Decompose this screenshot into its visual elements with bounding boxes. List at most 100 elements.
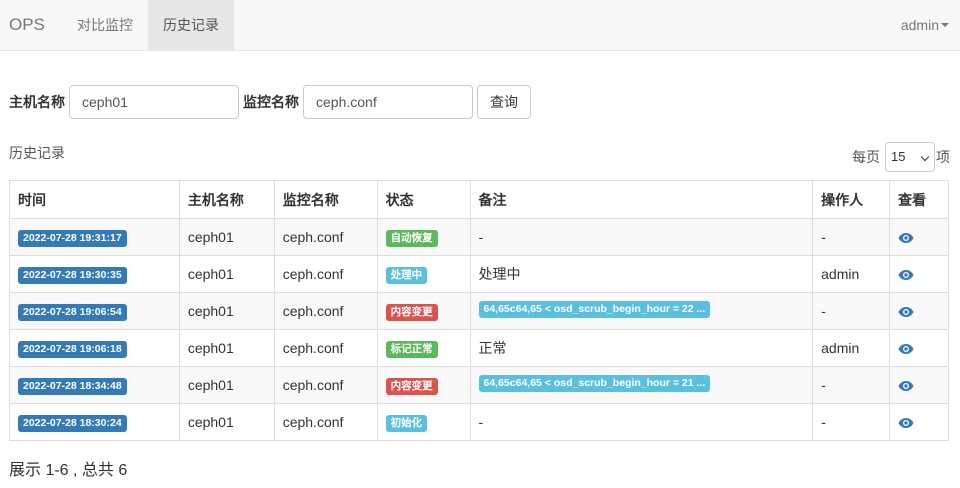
cell-host: ceph01 xyxy=(178,218,275,256)
cell-host: ceph01 xyxy=(178,366,275,404)
table-row: 2022-07-28 18:34:48 ceph01 ceph.conf 内容变更 64… xyxy=(9,366,949,404)
note-text: - xyxy=(478,414,484,430)
cell-host: ceph01 xyxy=(178,292,275,330)
host-name-label: 主机名称 xyxy=(9,94,65,110)
eye-icon[interactable] xyxy=(898,340,914,356)
caret-down-icon xyxy=(941,23,949,28)
per-page-suffix: 项 xyxy=(936,149,950,165)
table-row: 2022-07-28 19:31:17 ceph01 ceph.conf 自动恢复 - - xyxy=(9,218,949,256)
cell-view xyxy=(889,292,949,330)
per-page-value: 15 xyxy=(891,149,906,164)
column-header-view[interactable]: 查看 xyxy=(889,180,949,219)
column-header-monitor[interactable]: 监控名称 xyxy=(273,180,378,219)
table-row: 2022-07-28 19:30:35 ceph01 ceph.conf 处理中 处理中… xyxy=(9,255,949,293)
time-label: 2022-07-28 19:31:17 xyxy=(18,229,127,247)
time-label: 2022-07-28 18:34:48 xyxy=(18,377,127,395)
column-header-note[interactable]: 备注 xyxy=(469,180,814,219)
status-badge: 自动恢复 xyxy=(385,229,438,247)
history-table: 时间 主机名称 监控名称 状态 备注 操作人 查看 2022-07-28 19:… xyxy=(9,180,949,441)
per-page-prefix: 每页 xyxy=(852,149,880,165)
cell-status: 处理中 xyxy=(376,255,471,293)
tab-compare-monitor[interactable]: 对比监控 xyxy=(62,0,148,50)
user-name: admin xyxy=(900,17,939,33)
section-title: 历史记录 xyxy=(9,145,65,161)
cell-note: 64,65c64,65 < osd_scrub_begin_hour = 22 … xyxy=(469,292,814,330)
cell-status: 标记正常 xyxy=(376,329,471,367)
cell-host: ceph01 xyxy=(178,329,275,367)
cell-note: - xyxy=(469,218,814,256)
eye-icon[interactable] xyxy=(898,266,914,282)
note-diff-label[interactable]: 64,65c64,65 < osd_scrub_begin_hour = 21 … xyxy=(478,375,711,392)
status-badge: 内容变更 xyxy=(385,377,438,395)
cell-host: ceph01 xyxy=(178,403,275,441)
cell-status: 内容变更 xyxy=(376,366,471,404)
top-navbar: OPS 对比监控 历史记录 admin xyxy=(0,0,960,51)
time-label: 2022-07-28 19:30:35 xyxy=(18,266,127,284)
eye-icon[interactable] xyxy=(898,377,914,393)
cell-monitor: ceph.conf xyxy=(273,292,378,330)
cell-status: 内容变更 xyxy=(376,292,471,330)
column-header-operator[interactable]: 操作人 xyxy=(812,180,891,219)
status-badge: 处理中 xyxy=(385,266,428,284)
status-badge: 标记正常 xyxy=(385,340,438,358)
user-menu[interactable]: admin xyxy=(901,0,949,50)
monitor-name-label: 监控名称 xyxy=(243,94,299,110)
column-header-status[interactable]: 状态 xyxy=(376,180,471,219)
cell-time: 2022-07-28 19:06:18 xyxy=(9,329,180,367)
cell-note: 处理中 xyxy=(469,255,814,293)
cell-view xyxy=(889,403,949,441)
cell-view xyxy=(889,255,949,293)
tab-history[interactable]: 历史记录 xyxy=(148,0,234,50)
cell-operator: admin xyxy=(812,329,891,367)
table-row: 2022-07-28 18:30:24 ceph01 ceph.conf 初始化 - - xyxy=(9,403,949,441)
cell-monitor: ceph.conf xyxy=(273,403,378,441)
per-page-select[interactable]: 15 xyxy=(885,142,935,172)
column-header-host[interactable]: 主机名称 xyxy=(178,180,275,219)
time-label: 2022-07-28 19:06:18 xyxy=(18,340,127,358)
cell-operator: - xyxy=(812,403,891,441)
chevron-down-icon xyxy=(920,152,930,162)
cell-view xyxy=(889,366,949,404)
cell-status: 初始化 xyxy=(376,403,471,441)
note-text: 处理中 xyxy=(478,266,521,282)
cell-time: 2022-07-28 19:06:54 xyxy=(9,292,180,330)
cell-monitor: ceph.conf xyxy=(273,366,378,404)
cell-time: 2022-07-28 19:30:35 xyxy=(9,255,180,293)
eye-icon[interactable] xyxy=(898,414,914,430)
cell-operator: - xyxy=(812,292,891,330)
status-badge: 初始化 xyxy=(385,414,428,432)
cell-view xyxy=(889,218,949,256)
cell-time: 2022-07-28 19:31:17 xyxy=(9,218,180,256)
cell-note: 正常 xyxy=(469,329,814,367)
table-header-row: 时间 主机名称 监控名称 状态 备注 操作人 查看 xyxy=(9,180,949,219)
cell-operator: - xyxy=(812,366,891,404)
cell-time: 2022-07-28 18:30:24 xyxy=(9,403,180,441)
time-label: 2022-07-28 19:06:54 xyxy=(18,303,127,321)
table-row: 2022-07-28 19:06:54 ceph01 ceph.conf 内容变更 64… xyxy=(9,292,949,330)
brand-logo[interactable]: OPS xyxy=(9,0,45,50)
host-name-input[interactable]: ceph01 xyxy=(69,85,239,119)
table-row: 2022-07-28 19:06:18 ceph01 ceph.conf 标记正常 正常… xyxy=(9,329,949,367)
cell-time: 2022-07-28 18:34:48 xyxy=(9,366,180,404)
status-badge: 内容变更 xyxy=(385,303,438,321)
cell-host: ceph01 xyxy=(178,255,275,293)
cell-monitor: ceph.conf xyxy=(273,329,378,367)
cell-monitor: ceph.conf xyxy=(273,255,378,293)
cell-note: - xyxy=(469,403,814,441)
note-diff-label[interactable]: 64,65c64,65 < osd_scrub_begin_hour = 22 … xyxy=(478,301,711,318)
column-header-time[interactable]: 时间 xyxy=(9,180,180,219)
pagination-summary: 展示 1-6 , 总共 6 xyxy=(9,462,128,479)
cell-operator: admin xyxy=(812,255,891,293)
cell-monitor: ceph.conf xyxy=(273,218,378,256)
eye-icon[interactable] xyxy=(898,229,914,245)
eye-icon[interactable] xyxy=(898,303,914,319)
note-text: 正常 xyxy=(478,340,507,356)
cell-status: 自动恢复 xyxy=(376,218,471,256)
query-button[interactable]: 查询 xyxy=(477,85,531,119)
cell-operator: - xyxy=(812,218,891,256)
cell-view xyxy=(889,329,949,367)
note-text: - xyxy=(478,229,484,245)
cell-note: 64,65c64,65 < osd_scrub_begin_hour = 21 … xyxy=(469,366,814,404)
monitor-name-input[interactable]: ceph.conf xyxy=(303,85,473,119)
time-label: 2022-07-28 18:30:24 xyxy=(18,414,127,432)
